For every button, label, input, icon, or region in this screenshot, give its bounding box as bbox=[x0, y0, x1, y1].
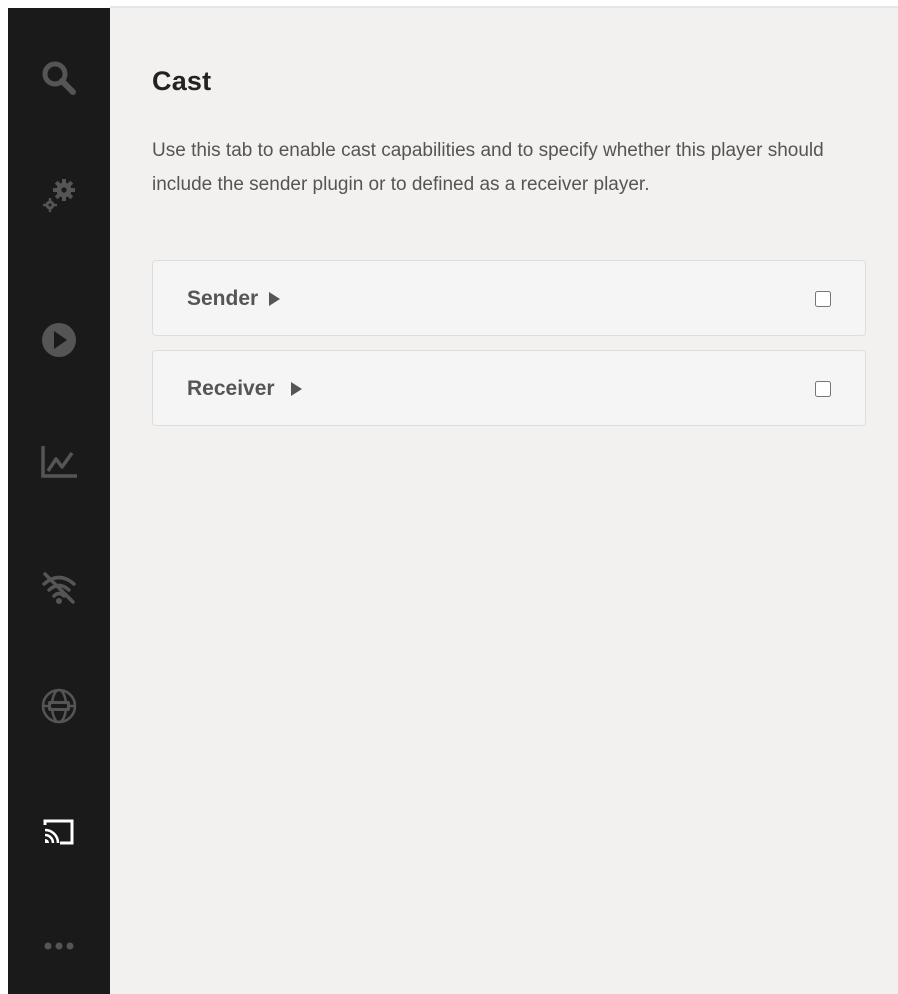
gears-icon bbox=[43, 179, 75, 212]
more-dots-icon bbox=[44, 942, 74, 950]
search-icon bbox=[42, 61, 76, 95]
nav-item-vr[interactable] bbox=[8, 676, 110, 736]
expand-arrow-icon bbox=[291, 382, 302, 396]
play-circle-icon bbox=[42, 323, 76, 357]
nav-item-settings[interactable] bbox=[8, 166, 110, 226]
app-window: Cast Use this tab to enable cast capabil… bbox=[0, 0, 898, 994]
receiver-label: Receiver bbox=[187, 377, 275, 400]
sender-panel-header[interactable]: Sender bbox=[153, 261, 865, 335]
receiver-panel-header[interactable]: Receiver bbox=[153, 351, 865, 425]
sender-panel: Sender bbox=[152, 260, 866, 336]
nav-item-cast[interactable] bbox=[8, 802, 110, 862]
receiver-panel: Receiver bbox=[152, 350, 866, 426]
expand-arrow-icon bbox=[269, 292, 280, 306]
nav-item-player[interactable] bbox=[8, 310, 110, 370]
main-content: Cast Use this tab to enable cast capabil… bbox=[110, 8, 898, 994]
offline-wifi-icon bbox=[42, 572, 76, 604]
nav-item-more[interactable] bbox=[8, 916, 110, 976]
cast-icon bbox=[43, 819, 74, 845]
nav-item-search[interactable] bbox=[8, 48, 110, 108]
globe-360-icon bbox=[41, 688, 77, 724]
analytics-chart-icon bbox=[41, 446, 77, 478]
receiver-checkbox[interactable] bbox=[815, 381, 831, 397]
sender-checkbox[interactable] bbox=[815, 291, 831, 307]
nav-item-analytics[interactable] bbox=[8, 432, 110, 492]
nav-item-offline[interactable] bbox=[8, 558, 110, 618]
sidebar bbox=[8, 8, 110, 994]
page-title: Cast bbox=[152, 66, 212, 96]
page-description: Use this tab to enable cast capabilities… bbox=[152, 140, 824, 195]
sender-label: Sender bbox=[187, 287, 259, 310]
